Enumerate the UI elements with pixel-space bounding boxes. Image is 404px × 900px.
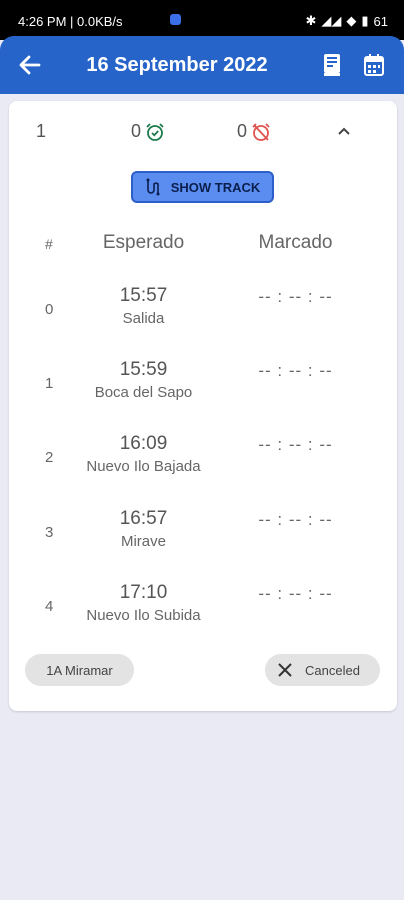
status-icons: ✱ ◢◢ ◆ ▮ 61	[305, 13, 388, 29]
row-marked: -- : -- : --	[258, 435, 333, 454]
table-row: 2 16:09 Nuevo Ilo Bajada -- : -- : --	[9, 433, 397, 487]
row-time: 15:57	[119, 285, 168, 306]
row-marked: -- : -- : --	[258, 584, 333, 603]
chevron-up-icon[interactable]	[336, 123, 352, 139]
calendar-icon[interactable]	[364, 54, 384, 76]
header-index: #	[45, 236, 53, 252]
trip-header: 1 0 0	[9, 119, 397, 145]
missed-count: 0	[237, 121, 248, 141]
row-time: 15:59	[119, 359, 168, 380]
row-time: 16:57	[119, 508, 168, 529]
missed-counter: 0	[237, 121, 271, 142]
header-marked: Marcado	[258, 232, 333, 253]
back-arrow-icon[interactable]	[17, 53, 43, 77]
table-row: 0 15:57 Salida -- : -- : --	[9, 285, 397, 339]
trip-card: 1 0 0 SHOW TRACK # Esperado Marcado 0 15…	[9, 101, 397, 711]
status-time: 4:26 PM | 0.0KB/s	[18, 14, 123, 29]
status-chip[interactable]: Canceled	[265, 654, 380, 686]
status-chip-label: Canceled	[305, 662, 360, 678]
app-bar: 16 September 2022	[0, 36, 404, 94]
trip-number: 1	[36, 121, 47, 141]
row-time: 17:10	[119, 582, 168, 603]
row-marked: -- : -- : --	[258, 510, 333, 529]
row-stop: Boca del Sapo	[94, 384, 193, 401]
route-icon	[146, 178, 160, 196]
alarm-check-icon	[146, 122, 164, 141]
row-index: 0	[45, 301, 54, 318]
row-index: 3	[45, 524, 54, 541]
wifi-icon: ◆	[346, 13, 357, 28]
route-chip-label: 1A Miramar	[46, 662, 113, 678]
notification-dot-icon	[170, 14, 181, 25]
status-bar: 4:26 PM | 0.0KB/s ✱ ◢◢ ◆ ▮ 61	[0, 0, 404, 40]
header-expected: Esperado	[102, 232, 185, 253]
table-row: 1 15:59 Boca del Sapo -- : -- : --	[9, 359, 397, 413]
signal-icon: ◢◢	[321, 13, 342, 28]
close-icon	[278, 663, 292, 677]
bluetooth-icon: ✱	[305, 13, 317, 28]
table-row: 4 17:10 Nuevo Ilo Subida -- : -- : --	[9, 582, 397, 636]
table-header: # Esperado Marcado	[9, 232, 397, 256]
alarm-off-icon	[252, 122, 270, 141]
battery-icon: ▮	[361, 13, 369, 28]
row-marked: -- : -- : --	[258, 361, 333, 380]
row-stop: Salida	[122, 310, 165, 327]
row-stop: Nuevo Ilo Subida	[86, 607, 201, 624]
row-marked: -- : -- : --	[258, 287, 333, 306]
page-title: 16 September 2022	[86, 54, 268, 76]
table-row: 3 16:57 Mirave -- : -- : --	[9, 508, 397, 562]
show-track-button[interactable]: SHOW TRACK	[131, 171, 274, 203]
row-stop: Nuevo Ilo Bajada	[86, 458, 201, 475]
book-icon[interactable]	[322, 53, 342, 77]
row-index: 1	[45, 375, 54, 392]
row-time: 16:09	[119, 433, 168, 454]
show-track-label: SHOW TRACK	[170, 179, 261, 195]
row-index: 2	[45, 449, 54, 466]
row-index: 4	[45, 598, 54, 615]
route-chip[interactable]: 1A Miramar	[25, 654, 134, 686]
on-time-counter: 0	[131, 121, 165, 142]
row-stop: Mirave	[120, 533, 166, 550]
on-time-count: 0	[131, 121, 142, 141]
battery-level: 61	[373, 13, 388, 29]
